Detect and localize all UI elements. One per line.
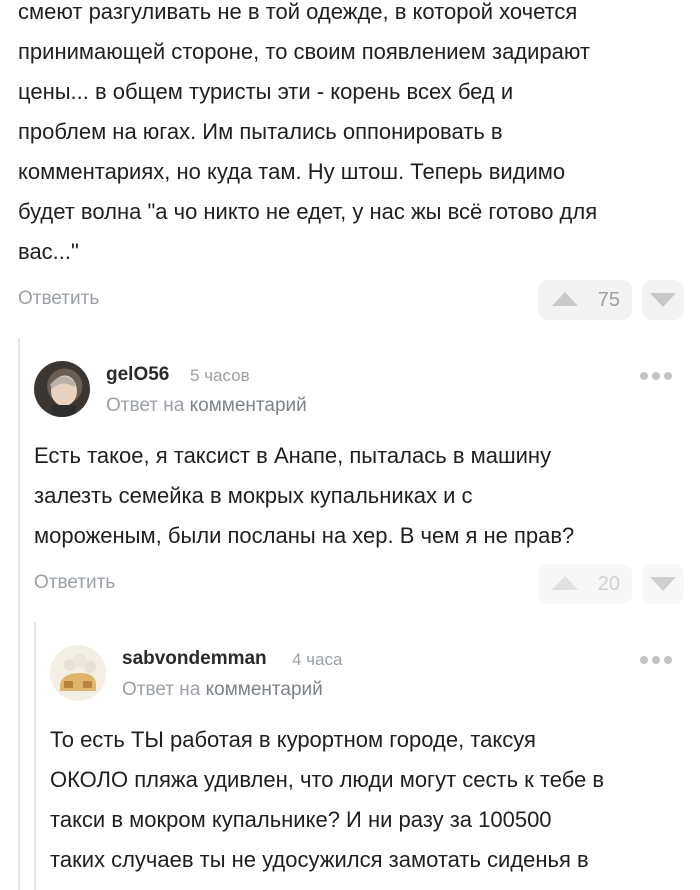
text-line: будет волна "а чо никто не едет, у нас ж…: [18, 199, 598, 224]
text-line: залезть семейка в мокрых купальниках и с: [34, 483, 473, 508]
text-line: проблем на югах. Им пытались оппонироват…: [18, 119, 503, 144]
arrow-up-icon: [552, 576, 578, 590]
text-line: таких случаев ты не удосужился замотать …: [50, 847, 589, 872]
comment-text: Есть такое, я таксист в Анапе, пыталась …: [34, 436, 684, 556]
username[interactable]: gelO56: [106, 364, 169, 386]
top-comment-actions: Ответить 75: [18, 280, 688, 320]
top-comment-text: смеют разгуливать не в той одежде, в кот…: [18, 0, 688, 272]
arrow-down-icon: [650, 293, 676, 307]
upvote-button[interactable]: 75: [538, 280, 632, 320]
vote-count: 20: [597, 572, 620, 595]
thread-line: [18, 338, 20, 890]
text-line: вас...": [18, 239, 79, 264]
upvote-button[interactable]: 20: [538, 564, 632, 604]
text-line: принимающей стороне, то своим появлением…: [18, 39, 590, 64]
reply-button[interactable]: Ответить: [34, 572, 115, 594]
text-line: Есть такое, я таксист в Анапе, пыталась …: [34, 443, 552, 468]
reply-target: комментарий: [205, 679, 323, 700]
more-options-icon[interactable]: [640, 656, 672, 664]
text-line: То есть ТЫ работая в курортном городе, т…: [50, 727, 536, 752]
text-line: комментариях, но куда там. Ну штош. Тепе…: [18, 159, 566, 184]
comment-time: 4 часа: [292, 650, 343, 669]
more-options-icon[interactable]: [640, 372, 672, 380]
avatar[interactable]: [34, 361, 90, 417]
reply-to-link[interactable]: Ответ на комментарий: [106, 395, 307, 417]
avatar[interactable]: [50, 645, 106, 701]
username[interactable]: sabvondemman: [122, 648, 267, 670]
vote-count: 75: [597, 288, 620, 311]
reply-prefix: Ответ на: [106, 395, 185, 416]
text-line: цены... в общем туристы эти - корень все…: [18, 79, 514, 104]
avatar-photo: [50, 376, 77, 417]
downvote-button[interactable]: [642, 280, 684, 320]
arrow-down-icon: [650, 577, 676, 591]
thread-line: [34, 622, 36, 890]
comment-time: 5 часов: [190, 366, 250, 385]
text-line: мороженым, были посланы на хер. В чем я …: [34, 523, 575, 548]
reply-button[interactable]: Ответить: [18, 288, 99, 310]
comment-text: То есть ТЫ работая в курортном городе, т…: [50, 720, 690, 880]
reply-prefix: Ответ на: [122, 679, 201, 700]
avatar-photo: [60, 654, 96, 691]
downvote-button[interactable]: [642, 564, 684, 604]
reply-to-link[interactable]: Ответ на комментарий: [122, 679, 323, 701]
comment-actions: Ответить 20: [34, 564, 688, 604]
text-line: такси в мокром купальнике? И ни разу за …: [50, 807, 552, 832]
text-line: ОКОЛО пляжа удивлен, что люди могут сест…: [50, 767, 605, 792]
text-line: смеют разгуливать не в той одежде, в кот…: [18, 0, 578, 24]
reply-target: комментарий: [189, 395, 307, 416]
arrow-up-icon: [552, 292, 578, 306]
